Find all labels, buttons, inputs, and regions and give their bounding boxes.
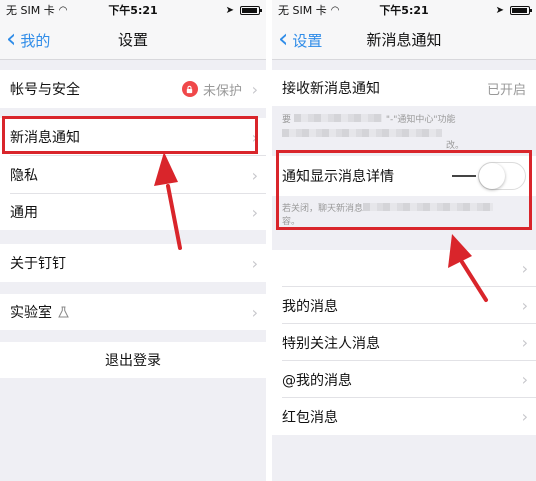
item-label: 红包消息 — [282, 409, 338, 426]
logout-button[interactable]: 退出登录 — [0, 342, 266, 378]
item-label: 实验室 — [10, 305, 52, 321]
hint-mid: "-"通知中心"功能 — [385, 115, 456, 125]
chevron-right-icon: › — [251, 302, 258, 322]
protection-status-text: 未保护 — [202, 83, 242, 99]
page-title: 新消息通知 — [366, 31, 442, 49]
wifi-icon: ◠ — [58, 4, 68, 16]
item-label: 接收新消息通知 — [282, 81, 380, 97]
receive-status: 已开启 — [486, 82, 526, 98]
chevron-right-icon: › — [251, 202, 258, 222]
item-label: 帐号与安全 — [10, 82, 80, 98]
notification-settings-screen: 无 SIM 卡 ◠ 下午5:21 ➤ ‹ 设置 新消息通知 接收新消息通知 已开… — [272, 0, 536, 481]
nav-bar: ‹ 设置 新消息通知 — [272, 20, 536, 60]
receive-notifications-row[interactable]: 接收新消息通知 已开启 — [272, 70, 536, 106]
notify-item-special-attention[interactable]: 特别关注人消息 › — [272, 324, 536, 361]
chevron-right-icon: › — [521, 259, 528, 278]
location-icon: ➤ — [225, 4, 234, 16]
item-label: 新消息通知 — [10, 130, 80, 146]
logout-label: 退出登录 — [105, 353, 161, 369]
battery-icon — [510, 5, 532, 15]
chevron-right-icon: › — [521, 333, 528, 352]
chevron-right-icon: › — [251, 79, 258, 99]
chevron-right-icon: › — [521, 296, 528, 315]
toggle-residue — [452, 175, 476, 177]
settings-item-lab[interactable]: 实验室 › — [0, 294, 266, 330]
item-label: 通知显示消息详情 — [282, 169, 394, 185]
item-label: 关于钉钉 — [10, 256, 66, 272]
status-bar: 无 SIM 卡 ◠ 下午5:21 ➤ — [0, 0, 266, 20]
notify-item-1[interactable]: › — [272, 250, 536, 287]
show-message-detail-row: 通知显示消息详情 — [272, 156, 536, 196]
nav-bar: ‹ 我的 设置 — [0, 20, 266, 60]
chevron-right-icon: › — [251, 127, 258, 147]
chevron-right-icon: › — [251, 165, 258, 185]
lock-icon — [181, 81, 198, 97]
carrier-label: 无 SIM 卡 — [6, 4, 55, 17]
chevron-right-icon: › — [251, 253, 258, 273]
settings-item-general[interactable]: 通用 › — [0, 194, 266, 230]
chevron-right-icon: › — [521, 407, 528, 426]
settings-item-new-message-notify[interactable]: 新消息通知 › — [0, 118, 266, 156]
item-label: 通用 — [10, 205, 38, 221]
hint-prefix: 要 — [282, 115, 292, 125]
notify-item-at-me[interactable]: @我的消息 › — [272, 361, 536, 398]
blurred-text — [293, 114, 382, 122]
notify-item-my-messages[interactable]: 我的消息 › — [272, 287, 536, 324]
hint-line2-tail: 改。 — [446, 141, 465, 151]
blurred-text — [363, 203, 494, 211]
notify-item-red-packet[interactable]: 红包消息 › — [272, 398, 536, 435]
status-bar: 无 SIM 卡 ◠ 下午5:21 ➤ — [272, 0, 536, 20]
blurred-text — [282, 128, 442, 137]
settings-item-privacy[interactable]: 隐私 › — [0, 156, 266, 194]
location-icon: ➤ — [495, 4, 504, 16]
flask-icon — [58, 306, 69, 318]
protection-status: 未保护 — [181, 80, 242, 99]
settings-screen: 无 SIM 卡 ◠ 下午5:21 ➤ ‹ 我的 设置 帐号与安全 未保护 › 新… — [0, 0, 266, 481]
toggle-knob — [479, 163, 505, 189]
page-title: 设置 — [117, 31, 148, 49]
show-detail-toggle[interactable] — [478, 162, 526, 190]
item-label: 特别关注人消息 — [282, 335, 380, 352]
settings-item-about[interactable]: 关于钉钉 › — [0, 244, 266, 282]
settings-item-account-security[interactable]: 帐号与安全 未保护 › — [0, 70, 266, 108]
item-label: 我的消息 — [282, 298, 338, 315]
hint-line2: 容。 — [282, 217, 301, 227]
receive-hint: 要 "-"通知中心"功能 改。 — [282, 114, 526, 153]
item-label: 隐私 — [10, 168, 38, 184]
item-label: @我的消息 — [282, 372, 352, 389]
carrier-label: 无 SIM 卡 — [278, 4, 327, 17]
detail-hint: 若关闭，聊天新消息 容。 — [282, 203, 526, 229]
wifi-icon: ◠ — [330, 4, 340, 16]
battery-icon — [240, 5, 262, 15]
chevron-right-icon: › — [521, 370, 528, 389]
hint-line1: 若关闭，聊天新消息 — [282, 204, 364, 214]
